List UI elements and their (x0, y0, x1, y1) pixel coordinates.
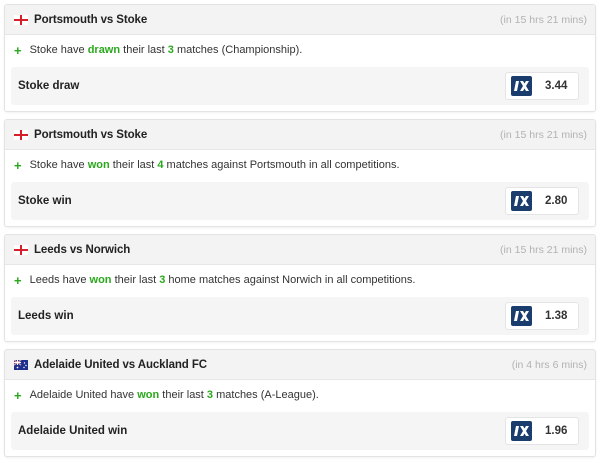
match-title[interactable]: Portsmouth vs Stoke (34, 129, 147, 141)
match-header: Portsmouth vs Stoke (in 15 hrs 21 mins) (5, 120, 595, 150)
tip-label: Leeds win (18, 310, 74, 322)
stat-text: Adelaide United have won their last 3 ma… (29, 389, 319, 401)
1xbet-logo-icon (511, 421, 532, 441)
match-header: Portsmouth vs Stoke (in 15 hrs 21 mins) (5, 5, 595, 35)
stat-text: Leeds have won their last 3 home matches… (29, 274, 416, 286)
england-flag-icon (14, 129, 28, 140)
plus-icon: + (14, 387, 22, 403)
odds-button[interactable]: 3.44 (505, 72, 579, 100)
odds-value: 1.38 (545, 310, 568, 322)
australia-flag-icon (14, 359, 28, 370)
tip-card: Adelaide United vs Auckland FC (in 4 hrs… (4, 349, 596, 457)
stat-text: Stoke have won their last 4 matches agai… (29, 159, 400, 171)
match-title[interactable]: Adelaide United vs Auckland FC (34, 359, 207, 371)
england-flag-icon (14, 244, 28, 255)
odds-value: 1.96 (545, 425, 568, 437)
plus-icon: + (14, 272, 22, 288)
tip-row: Stoke win 2.80 (11, 182, 589, 220)
tip-row: Adelaide United win 1.96 (11, 412, 589, 450)
match-title[interactable]: Leeds vs Norwich (34, 244, 130, 256)
stat-line: + Stoke have drawn their last 3 matches … (5, 35, 595, 65)
odds-value: 3.44 (545, 80, 568, 92)
match-title[interactable]: Portsmouth vs Stoke (34, 14, 147, 26)
odds-button[interactable]: 2.80 (505, 187, 579, 215)
match-header: Adelaide United vs Auckland FC (in 4 hrs… (5, 350, 595, 380)
tip-label: Stoke win (18, 195, 72, 207)
odds-button[interactable]: 1.38 (505, 302, 579, 330)
1xbet-logo-icon (511, 306, 532, 326)
kickoff-time: (in 4 hrs 6 mins) (511, 358, 587, 371)
match-header: Leeds vs Norwich (in 15 hrs 21 mins) (5, 235, 595, 265)
plus-icon: + (14, 157, 22, 173)
tip-card: Leeds vs Norwich (in 15 hrs 21 mins) + L… (4, 234, 596, 342)
kickoff-time: (in 15 hrs 21 mins) (500, 13, 587, 26)
1xbet-logo-icon (511, 191, 532, 211)
england-flag-icon (14, 14, 28, 25)
stat-line: + Leeds have won their last 3 home match… (5, 265, 595, 295)
kickoff-time: (in 15 hrs 21 mins) (500, 128, 587, 141)
tip-label: Stoke draw (18, 80, 80, 92)
kickoff-time: (in 15 hrs 21 mins) (500, 243, 587, 256)
1xbet-logo-icon (511, 76, 532, 96)
tip-row: Leeds win 1.38 (11, 297, 589, 335)
tip-row: Stoke draw 3.44 (11, 67, 589, 105)
stat-line: + Stoke have won their last 4 matches ag… (5, 150, 595, 180)
tip-card: Portsmouth vs Stoke (in 15 hrs 21 mins) … (4, 4, 596, 112)
odds-button[interactable]: 1.96 (505, 417, 579, 445)
tip-label: Adelaide United win (18, 425, 128, 437)
plus-icon: + (14, 42, 22, 58)
stat-text: Stoke have drawn their last 3 matches (C… (29, 44, 303, 56)
stat-line: + Adelaide United have won their last 3 … (5, 380, 595, 410)
odds-value: 2.80 (545, 195, 568, 207)
tip-card: Portsmouth vs Stoke (in 15 hrs 21 mins) … (4, 119, 596, 227)
tips-list: Portsmouth vs Stoke (in 15 hrs 21 mins) … (0, 0, 600, 462)
